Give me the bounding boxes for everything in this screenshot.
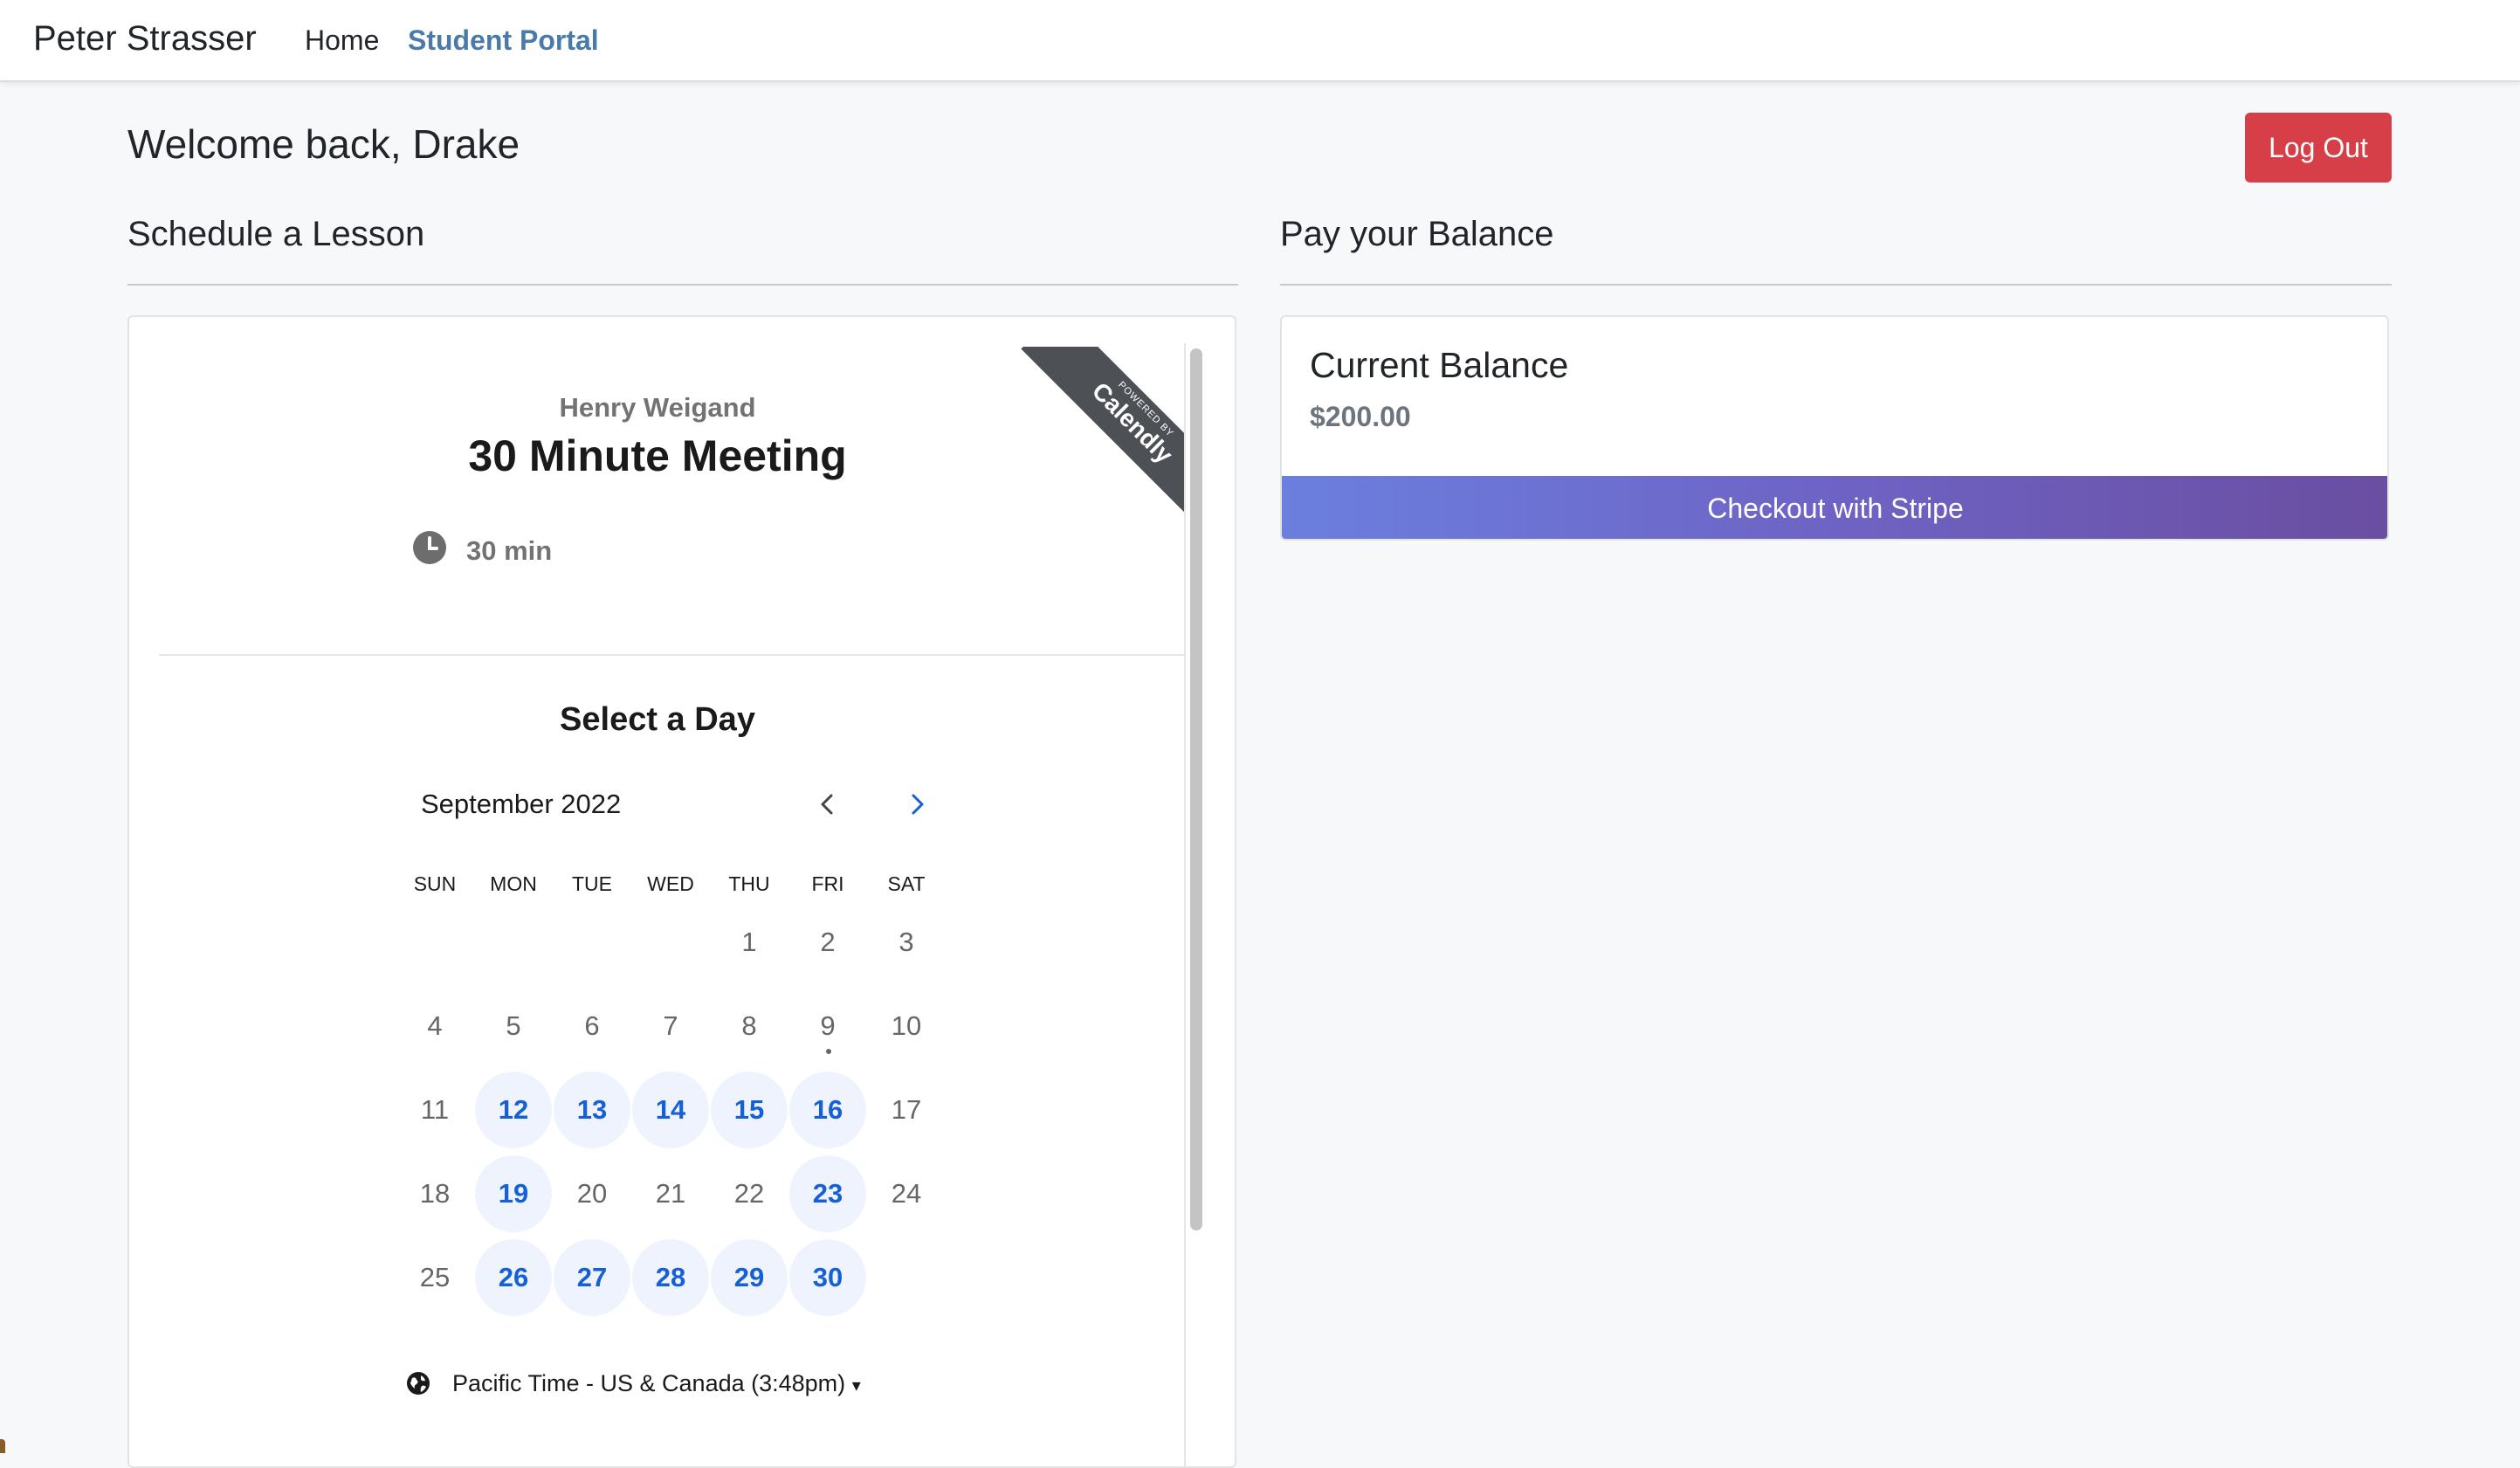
calendar-day-available[interactable]: 26 xyxy=(475,1239,552,1316)
calendar-day-available[interactable]: 30 xyxy=(789,1239,866,1316)
calendar-day: 1 xyxy=(741,927,757,957)
calendar-day-available[interactable]: 23 xyxy=(789,1155,866,1232)
calendar-day: 6 xyxy=(584,1010,600,1041)
globe-icon xyxy=(407,1372,430,1395)
brand-name[interactable]: Peter Strasser xyxy=(33,19,257,59)
calendar-day-available[interactable]: 27 xyxy=(554,1239,630,1316)
welcome-heading: Welcome back, Drake xyxy=(127,121,520,167)
scrollbar-track xyxy=(1184,343,1186,1466)
today-indicator xyxy=(826,1049,831,1054)
calendar-day: 18 xyxy=(419,1178,451,1209)
calendar-day-available[interactable]: 15 xyxy=(711,1072,788,1148)
scrollbar-thumb[interactable] xyxy=(1190,348,1202,1230)
weekday-thu: THU xyxy=(728,872,770,895)
balance-amount: $200.00 xyxy=(1310,401,1411,432)
details-divider xyxy=(159,654,1186,656)
balance-section-title: Pay your Balance xyxy=(1280,215,1554,253)
caret-down-icon: ▾ xyxy=(851,1376,861,1396)
timezone-label: Pacific Time - US & Canada (3:48pm) xyxy=(452,1370,846,1396)
calendar-day-available[interactable]: 16 xyxy=(789,1072,866,1148)
calendar-day: 3 xyxy=(899,927,914,957)
calendly-ribbon[interactable]: POWERED BY Calendly xyxy=(1011,347,1186,521)
calendar-day: 25 xyxy=(419,1262,451,1292)
calendar-day: 2 xyxy=(820,927,836,957)
weekday-wed: WED xyxy=(647,872,694,895)
calendar-day-available[interactable]: 29 xyxy=(711,1239,788,1316)
calendly-widget: Henry Weigand 30 Minute Meeting 30 min S… xyxy=(127,315,1236,1468)
nav-link-home[interactable]: Home xyxy=(305,24,379,57)
top-navbar: Peter Strasser Home Student Portal xyxy=(0,0,2520,82)
calendar-day-available[interactable]: 13 xyxy=(554,1072,630,1148)
calendar-day: 20 xyxy=(576,1178,608,1209)
weekday-sat: SAT xyxy=(887,872,926,895)
weekday-sun: SUN xyxy=(413,872,457,895)
checkout-stripe-button[interactable]: Checkout with Stripe xyxy=(1282,476,2387,539)
calendar-day: 22 xyxy=(733,1178,765,1209)
chevron-right-icon[interactable] xyxy=(901,789,933,820)
window-corner xyxy=(0,1439,5,1453)
calendar-day: 10 xyxy=(891,1010,922,1041)
calendar-day: 11 xyxy=(420,1094,450,1125)
calendar-day: 9 xyxy=(789,988,866,1065)
weekday-tue: TUE xyxy=(572,872,612,895)
weekday-fri: FRI xyxy=(811,872,844,895)
nav-link-student-portal[interactable]: Student Portal xyxy=(408,24,599,57)
balance-card: Current Balance $200.00 Checkout with St… xyxy=(1280,315,2389,541)
calendar-day: 5 xyxy=(506,1010,521,1041)
schedule-divider xyxy=(127,284,1238,286)
current-balance-title: Current Balance xyxy=(1310,345,1569,385)
weekday-mon: MON xyxy=(490,872,537,895)
select-day-heading: Select a Day xyxy=(560,701,755,738)
timezone-selector[interactable]: Pacific Time - US & Canada (3:48pm) ▾ xyxy=(452,1370,861,1397)
calendar-day-available[interactable]: 28 xyxy=(632,1239,709,1316)
clock-icon xyxy=(413,531,446,564)
calendar-day: 8 xyxy=(741,1010,757,1041)
balance-divider xyxy=(1280,284,2392,286)
calendar-day: 7 xyxy=(663,1010,678,1041)
chevron-left-icon[interactable] xyxy=(812,789,843,820)
calendar-day-available[interactable]: 14 xyxy=(632,1072,709,1148)
schedule-section-title: Schedule a Lesson xyxy=(127,215,425,253)
calendar-day: 4 xyxy=(427,1010,443,1041)
calendar-day: 17 xyxy=(891,1094,922,1125)
calendar-month: September 2022 xyxy=(421,789,622,819)
meeting-duration: 30 min xyxy=(466,535,553,566)
calendar-day: 24 xyxy=(891,1178,922,1209)
logout-button[interactable]: Log Out xyxy=(2245,113,2392,183)
calendar-day: 21 xyxy=(655,1178,686,1209)
calendar-day-available[interactable]: 19 xyxy=(475,1155,552,1232)
calendar-day-available[interactable]: 12 xyxy=(475,1072,552,1148)
